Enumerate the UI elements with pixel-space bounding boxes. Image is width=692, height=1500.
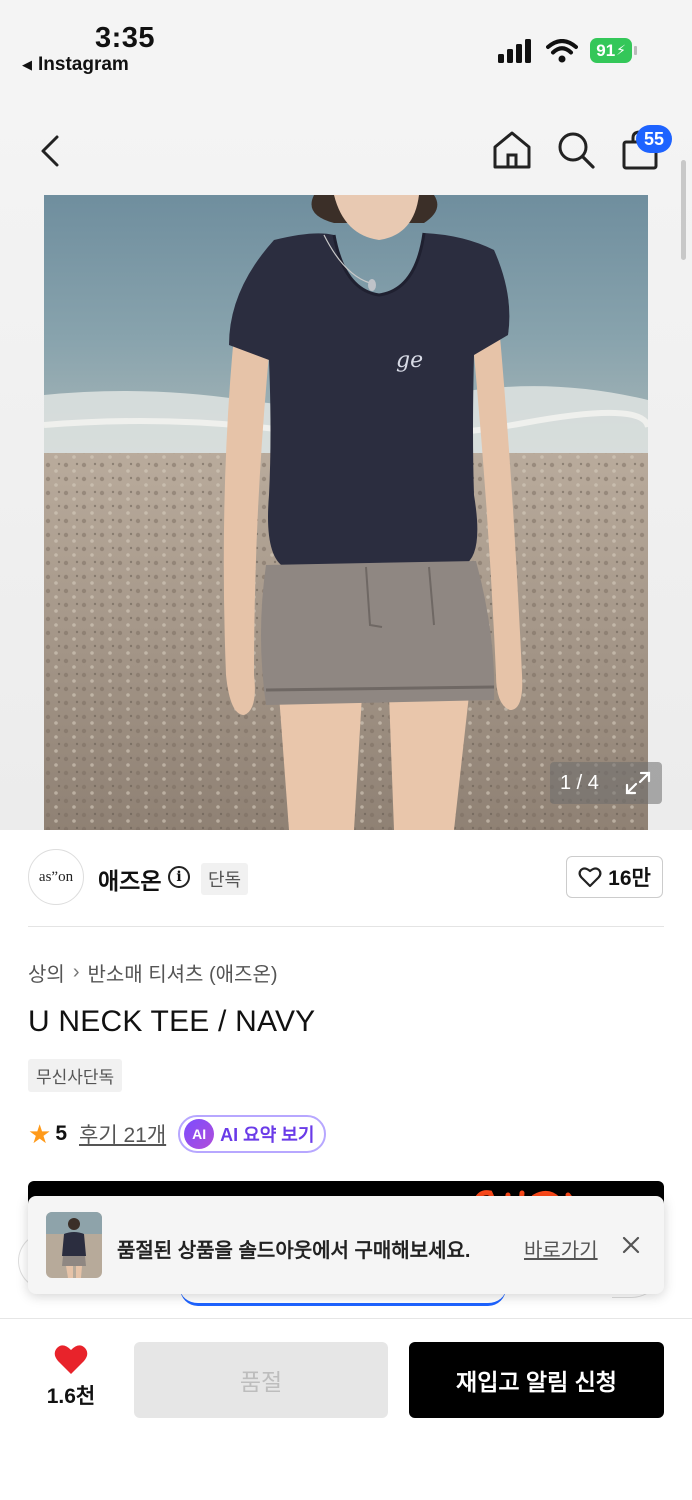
status-icons: 91 ⚡ [498,38,637,63]
info-icon[interactable]: i [168,866,190,888]
restock-alert-button[interactable]: 재입고 알림 신청 [409,1342,664,1418]
product-title: U NECK TEE / NAVY [28,1005,316,1038]
home-button[interactable] [490,128,534,172]
status-time: 3:35 [95,22,156,54]
toast-go-link[interactable]: 바로가기 [524,1234,598,1263]
brand-logo-text: as”on [38,868,74,885]
back-triangle-icon: ◀ [22,57,32,72]
ai-summary-button[interactable]: AI AI 요약 보기 [178,1115,327,1153]
battery-indicator: 91 ⚡ [590,38,637,63]
heart-filled-icon [54,1345,88,1374]
ai-icon: AI [184,1119,215,1149]
brand-logo[interactable]: as”on [28,849,84,905]
search-button[interactable] [554,128,598,172]
breadcrumb: 상의 › 반소매 티셔츠 (애즈온) [28,958,278,987]
cellular-signal-icon [498,38,532,63]
brand-like-count: 16만 [608,867,651,890]
musinsa-exclusive-tag: 무신사단독 [28,1059,123,1092]
brand-like-button[interactable]: 16만 [566,856,663,898]
soldout-toast: 품절된 상품을 솔드아웃에서 구매해보세요. 바로가기 [28,1196,664,1294]
back-to-app-link[interactable]: ◀ Instagram [22,54,129,76]
soldout-button[interactable]: 품절 [134,1342,388,1418]
ai-summary-label: AI 요약 보기 [220,1125,315,1145]
battery-level: 91 [596,40,616,60]
brand-name[interactable]: 애즈온 [98,862,161,896]
exclusive-tag: 단독 [201,863,249,895]
home-icon [493,131,531,169]
image-counter: 1 / 4 [550,762,662,804]
wishlist-count: 1.6천 [46,1385,96,1408]
scroll-indicator [681,160,686,260]
breadcrumb-item[interactable]: 상의 [28,958,65,987]
breadcrumb-item[interactable]: 반소매 티셔츠 (애즈온) [87,958,277,987]
chevron-left-icon [41,135,59,167]
review-link[interactable]: 후기 21개 [79,1119,166,1149]
status-bar: 3:35 ◀ Instagram 91 ⚡ [0,0,692,90]
wifi-icon [546,38,579,62]
product-image[interactable]: ge [44,195,648,830]
toast-thumbnail [46,1212,102,1278]
back-app-label: Instagram [38,54,129,75]
close-icon[interactable] [620,1234,642,1256]
cart-count-badge: 55 [636,125,672,153]
back-button[interactable] [30,128,70,174]
expand-icon[interactable] [624,770,652,796]
heart-outline-icon [578,867,602,888]
charging-bolt-icon: ⚡ [616,42,626,58]
wishlist-button[interactable]: 1.6천 [36,1344,106,1410]
rating-value: 5 [55,1122,67,1145]
image-counter-text: 1 / 4 [560,771,599,794]
chevron-right-icon: › [72,961,80,983]
divider [28,926,664,927]
toast-thumbnail-illustration [46,1212,102,1278]
product-photo-illustration: ge [44,195,648,830]
rating-row: ★ 5 후기 21개 AI AI 요약 보기 [28,1115,327,1153]
search-icon [558,132,595,169]
star-icon: ★ [28,1118,52,1149]
toast-message: 품절된 상품을 솔드아웃에서 구매해보세요. [117,1240,471,1262]
svg-text:ge: ge [396,348,423,373]
